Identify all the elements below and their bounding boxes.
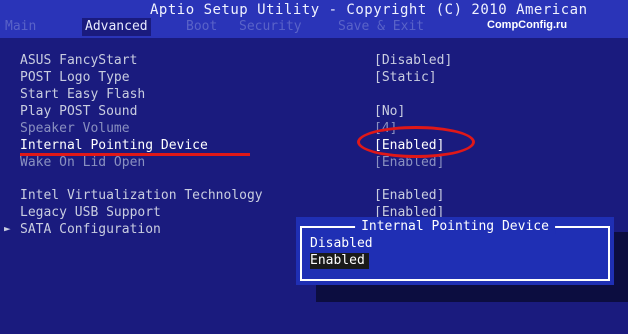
setting-label: Wake On Lid Open [20, 155, 146, 170]
tab-advanced[interactable]: Advanced [82, 18, 151, 36]
setting-row-post-sound[interactable]: Play POST Sound [No] [0, 104, 628, 120]
tab-bar: Main Advanced Boot Security Save & Exit [0, 18, 470, 36]
annotation-circle [357, 126, 475, 158]
setting-value[interactable]: [Disabled] [374, 53, 452, 68]
tab-boot[interactable]: Boot [183, 18, 220, 36]
watermark: CompConfig.ru [487, 19, 568, 31]
tab-save-exit[interactable]: Save & Exit [335, 18, 427, 36]
setting-label: POST Logo Type [20, 70, 130, 85]
setting-row-post-logo-type[interactable]: POST Logo Type [Static] [0, 70, 628, 86]
setting-label: ASUS FancyStart [20, 53, 138, 68]
setting-label: Internal Pointing Device [20, 138, 208, 153]
popup-title: Internal Pointing Device [355, 219, 555, 234]
setting-row-internal-pointing-device[interactable]: Internal Pointing Device [Enabled] [0, 138, 628, 154]
setting-value[interactable]: [No] [374, 104, 405, 119]
app-title: Aptio Setup Utility - Copyright (C) 2010… [150, 2, 588, 18]
annotation-underline [20, 153, 250, 156]
setting-row-fancystart[interactable]: ASUS FancyStart [Disabled] [0, 53, 628, 69]
setting-label: Legacy USB Support [20, 205, 161, 220]
setting-value[interactable]: [Enabled] [374, 188, 444, 203]
setting-label: Play POST Sound [20, 104, 138, 119]
popup-option-disabled[interactable]: Disabled [310, 236, 373, 252]
setting-row-wake-on-lid[interactable]: Wake On Lid Open [Enabled] [0, 155, 628, 171]
popup-option-enabled[interactable]: Enabled [310, 253, 369, 269]
tab-security[interactable]: Security [236, 18, 305, 36]
setting-row-easy-flash[interactable]: Start Easy Flash [0, 87, 628, 103]
setting-label: Speaker Volume [20, 121, 130, 136]
option-popup: Internal Pointing Device Disabled Enable… [296, 217, 614, 285]
setting-row-speaker-volume[interactable]: Speaker Volume [4] [0, 121, 628, 137]
setting-label: SATA Configuration [20, 222, 161, 237]
submenu-arrow-icon: ► [4, 222, 11, 235]
tab-main[interactable]: Main [2, 18, 39, 36]
setting-value[interactable]: [Static] [374, 70, 437, 85]
setting-row-virtualization[interactable]: Intel Virtualization Technology [Enabled… [0, 188, 628, 204]
setting-label: Intel Virtualization Technology [20, 188, 263, 203]
setting-label: Start Easy Flash [20, 87, 146, 102]
title-bar: Aptio Setup Utility - Copyright (C) 2010… [0, 0, 628, 38]
